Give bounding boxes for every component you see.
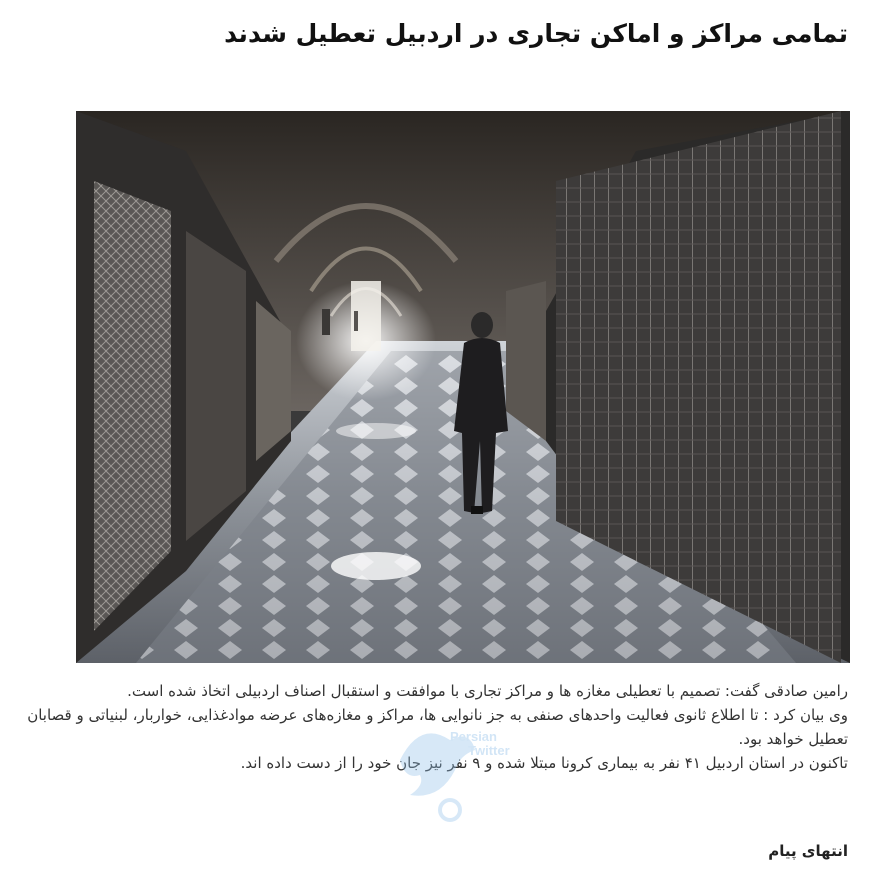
article-photo: [76, 111, 850, 663]
article-headline: تمامی مراکز و اماکن تجاری در اردبیل تعطی…: [224, 19, 848, 48]
paragraph-quote: رامین صادقی گفت: تصمیم با تعطیلی مغازه ه…: [127, 682, 848, 700]
end-of-message: انتهای پیام: [768, 842, 848, 860]
paragraph-statement: وی بیان کرد : تا اطلاع ثانوی فعالیت واحد…: [27, 706, 848, 748]
article-page: تمامی مراکز و اماکن تجاری در اردبیل تعطی…: [0, 0, 873, 882]
paragraph-statistics: تاکنون در استان اردبیل ۴۱ نفر به بیماری …: [240, 754, 848, 772]
article-body: رامین صادقی گفت: تصمیم با تعطیلی مغازه ه…: [18, 679, 848, 775]
